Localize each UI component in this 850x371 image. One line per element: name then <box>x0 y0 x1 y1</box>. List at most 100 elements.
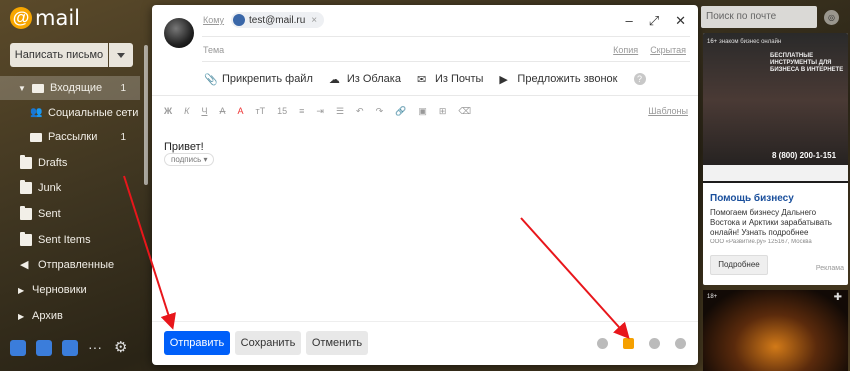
avatar[interactable] <box>164 18 194 48</box>
folder-inbox[interactable]: ▼ Входящие 1 <box>0 76 140 100</box>
logo-text: mail <box>35 6 80 30</box>
to-label[interactable]: Кому <box>203 15 224 25</box>
bcc-link[interactable]: Скрытая <box>650 45 686 55</box>
from-cloud-label: Из Облака <box>346 73 401 85</box>
folder-label: Социальные сети <box>48 107 139 119</box>
ad-description: Помогаем бизнесу Дальнего Востока и Аркт… <box>710 208 832 237</box>
importance-icon[interactable] <box>597 338 608 349</box>
send-arrow-icon: ◀ <box>20 259 29 271</box>
age-badge: 18+ <box>707 294 718 300</box>
folder-label: Рассылки <box>48 131 98 143</box>
footer-icons <box>597 338 686 349</box>
from-cloud-button[interactable]: ☁ Из Облака <box>329 73 401 86</box>
table-icon[interactable]: ⊞ <box>439 106 447 117</box>
link-icon[interactable]: 🔗 <box>395 106 406 117</box>
plus-icon[interactable]: ✚ <box>834 292 842 303</box>
indent-icon[interactable]: ⇥ <box>316 106 324 117</box>
recipient-avatar <box>233 14 245 26</box>
bold-button[interactable]: Ж <box>164 106 172 116</box>
ad-card[interactable]: 16+ знаком бизнес онлайн БЕСПЛАТНЫЕ ИНСТ… <box>703 33 848 285</box>
folder-social[interactable]: 👥 Социальные сети <box>0 101 140 125</box>
expand-caret-icon[interactable]: ▶ <box>18 312 24 321</box>
ad-image: 16+ знаком бизнес онлайн БЕСПЛАТНЫЕ ИНСТ… <box>703 33 848 183</box>
signature-dropdown[interactable]: подпись ▾ <box>164 153 215 166</box>
cc-link[interactable]: Копия <box>613 45 638 55</box>
folder-icon <box>20 155 32 169</box>
ad-title[interactable]: Помощь бизнесу <box>710 193 794 204</box>
notify-icon[interactable] <box>623 338 634 349</box>
folder-icon <box>20 232 32 246</box>
remove-recipient-icon[interactable]: × <box>311 15 317 26</box>
divider <box>152 321 698 322</box>
mail-logo[interactable]: @ mail <box>10 6 80 30</box>
subject-field[interactable]: Тема <box>203 45 224 55</box>
folder-sent[interactable]: ◀ Отправленные <box>0 253 140 277</box>
gear-icon[interactable]: ⚙ <box>114 340 130 356</box>
from-mail-label: Из Почты <box>434 73 484 85</box>
folder-label: Архив <box>32 310 63 322</box>
compose-dropdown-button[interactable] <box>109 43 133 67</box>
calendar-icon[interactable] <box>62 340 78 356</box>
more-icon[interactable]: ··· <box>88 340 104 356</box>
divider <box>202 61 690 62</box>
folder-archive[interactable]: ▶ Архив <box>0 304 140 328</box>
redo-icon[interactable]: ↷ <box>376 106 384 117</box>
help-icon[interactable]: ? <box>633 73 646 85</box>
italic-button[interactable]: К <box>184 106 189 116</box>
cloud-icon[interactable] <box>10 340 26 356</box>
logo-at-icon: @ <box>10 7 32 29</box>
font-size-select[interactable]: 15 <box>277 106 287 116</box>
folder-sent-items[interactable]: Sent Items <box>0 228 140 252</box>
contacts-icon[interactable] <box>36 340 52 356</box>
expand-caret-icon[interactable]: ▶ <box>18 286 24 295</box>
ad-more-button[interactable]: Подробнее <box>710 255 768 275</box>
folder-newsletters[interactable]: Рассылки 1 <box>0 125 140 149</box>
folder-label: Sent Items <box>38 234 91 246</box>
align-icon[interactable]: ≡ <box>299 106 304 116</box>
cancel-button[interactable]: Отменить <box>306 331 368 355</box>
divider <box>202 36 690 37</box>
message-body[interactable]: Привет! <box>164 141 204 153</box>
format-toolbar: Ж К Ч А А тТ 15 ≡ ⇥ ☰ ↶ ↷ 🔗 ▣ ⊞ ⌫ Шаблон… <box>164 104 690 118</box>
strikethrough-button[interactable]: А <box>219 106 225 116</box>
folder-icon <box>20 180 32 194</box>
folder-junk[interactable]: Junk <box>0 176 140 200</box>
schedule-icon[interactable] <box>675 338 686 349</box>
close-icon[interactable]: ✕ <box>675 13 686 29</box>
templates-link[interactable]: Шаблоны <box>648 106 688 116</box>
save-button[interactable]: Сохранить <box>235 331 301 355</box>
font-size-icon[interactable]: тТ <box>255 106 265 116</box>
folder-sent-en[interactable]: Sent <box>0 202 140 226</box>
image-icon[interactable]: ▣ <box>418 106 427 117</box>
ad-legal: ООО «Развитие.ру» 125167, Москва <box>710 239 812 245</box>
list-icon[interactable]: ☰ <box>336 106 344 117</box>
folder-drafts-en[interactable]: Drafts <box>0 151 140 175</box>
send-button[interactable]: Отправить <box>164 331 230 355</box>
search-input[interactable]: Поиск по почте <box>701 6 817 28</box>
folder-label: Drafts <box>38 157 68 169</box>
sidebar-bottom-bar: ··· ⚙ <box>10 340 130 356</box>
folder-label: Junk <box>38 182 62 194</box>
from-mail-button[interactable]: ✉ Из Почты <box>417 73 484 86</box>
ad-label: Реклама <box>815 265 844 272</box>
text-color-button[interactable]: А <box>237 106 243 116</box>
sidebar-scrollbar[interactable] <box>144 45 148 185</box>
ad-logo-strip <box>703 165 848 181</box>
clear-format-icon[interactable]: ⌫ <box>458 106 471 117</box>
search-options-icon[interactable]: ◎ <box>824 10 839 25</box>
recipient-chip[interactable]: test@mail.ru × <box>231 12 325 28</box>
folder-label: Sent <box>38 208 61 220</box>
people-icon: 👥 <box>30 107 43 118</box>
attach-file-button[interactable]: 📎 Прикрепить файл <box>204 73 313 86</box>
underline-button[interactable]: Ч <box>201 106 207 116</box>
ad-banner-2[interactable]: 18+ ✚ <box>703 290 848 371</box>
expand-icon[interactable]: ⤢ <box>649 13 659 29</box>
ad-phone: 8 (800) 200-1-151 <box>772 151 837 160</box>
minimize-icon[interactable]: – <box>625 13 632 29</box>
undo-icon[interactable]: ↶ <box>356 106 364 117</box>
folder-drafts[interactable]: ▶ Черновики <box>0 278 140 302</box>
collapse-caret-icon[interactable]: ▼ <box>18 84 26 93</box>
compose-button[interactable]: Написать письмо <box>10 43 108 67</box>
propose-call-button[interactable]: ▶ Предложить звонок <box>499 73 617 86</box>
reminder-icon[interactable] <box>649 338 660 349</box>
